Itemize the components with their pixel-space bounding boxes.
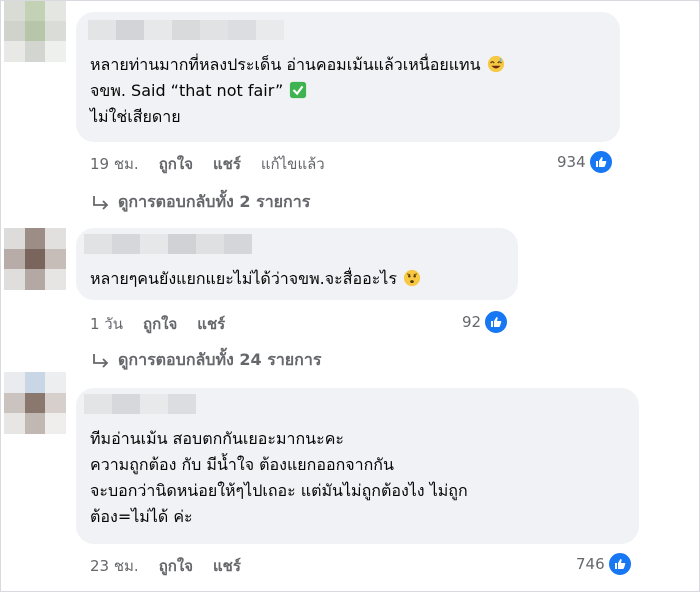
reaction-count[interactable]: 92	[462, 309, 510, 335]
like-action[interactable]: ถูกใจ	[143, 312, 177, 336]
like-icon	[587, 149, 614, 175]
view-replies-label: ดูการตอบกลับทั้ง 2 รายการ	[118, 192, 311, 211]
comment-actions: 1 วัน ถูกใจ แชร์	[90, 312, 225, 336]
like-action[interactable]: ถูกใจ	[159, 152, 193, 176]
timestamp[interactable]: 23 ชม.	[90, 554, 139, 578]
share-action[interactable]: แชร์	[213, 152, 241, 176]
timestamp[interactable]: 1 วัน	[90, 312, 123, 336]
avatar[interactable]	[4, 228, 66, 290]
view-replies-link[interactable]: ดูการตอบกลับทั้ง 24 รายการ	[92, 348, 321, 373]
comment-text: หลายท่านมากที่หลงประเด็น อ่านคอมเม้นแล้ว…	[90, 52, 505, 130]
comment-line: ไม่ใช่เสียดาย	[90, 107, 181, 126]
avatar[interactable]	[4, 0, 66, 62]
share-action[interactable]: แชร์	[213, 554, 241, 578]
comment-line: ทีมอ่านเม้น สอบตกกันเยอะมากนะคะ	[90, 429, 344, 448]
comment-line: จะบอกว่านิดหน่อยให้ๆไปเถอะ แต่มันไม่ถูกต…	[90, 481, 468, 500]
like-icon	[606, 551, 633, 577]
author-name-blurred[interactable]	[84, 394, 196, 414]
edited-label: แก้ไขแล้ว	[260, 155, 325, 173]
view-replies-label: ดูการตอบกลับทั้ง 24 รายการ	[118, 350, 322, 369]
check-mark-emoji	[290, 81, 307, 99]
comment-line: ความถูกต้อง กับ มีน้ำใจ ต้องแยกออกจากกัน	[90, 455, 394, 474]
worried-face-emoji	[403, 269, 421, 287]
comment-actions: 19 ชม. ถูกใจ แชร์ แก้ไขแล้ว	[90, 152, 325, 176]
comment-text: ทีมอ่านเม้น สอบตกกันเยอะมากนะคะ ความถูกต…	[90, 426, 468, 530]
comment-text: หลายๆคนยังแยกแยะไม่ได้ว่าจขพ.จะสื่ออะไร	[90, 266, 421, 292]
comment-line: จขพ. Said “that not fair”	[90, 81, 284, 100]
reaction-count-number: 934	[557, 153, 586, 171]
laugh-sweat-emoji	[487, 55, 504, 73]
reaction-count[interactable]: 746	[576, 551, 633, 577]
comment-line: ต้อง=ไม่ได้ ค่ะ	[90, 507, 193, 526]
view-replies-link[interactable]: ดูการตอบกลับทั้ง 2 รายการ	[92, 190, 310, 215]
author-name-blurred[interactable]	[88, 20, 284, 40]
comment-actions: 23 ชม. ถูกใจ แชร์	[90, 554, 241, 578]
like-action[interactable]: ถูกใจ	[159, 554, 193, 578]
share-action[interactable]: แชร์	[197, 312, 225, 336]
timestamp[interactable]: 19 ชม.	[90, 152, 139, 176]
reaction-count-number: 746	[576, 555, 605, 573]
reaction-count[interactable]: 934	[557, 149, 614, 175]
like-icon	[483, 309, 510, 335]
reply-arrow-icon	[93, 353, 109, 368]
reaction-count-number: 92	[462, 313, 482, 331]
reply-arrow-icon	[93, 195, 109, 210]
avatar[interactable]	[4, 372, 66, 434]
author-name-blurred[interactable]	[84, 234, 252, 254]
comment-line: หลายท่านมากที่หลงประเด็น อ่านคอมเม้นแล้ว…	[90, 55, 481, 74]
comment-line: หลายๆคนยังแยกแยะไม่ได้ว่าจขพ.จะสื่ออะไร	[90, 269, 397, 288]
